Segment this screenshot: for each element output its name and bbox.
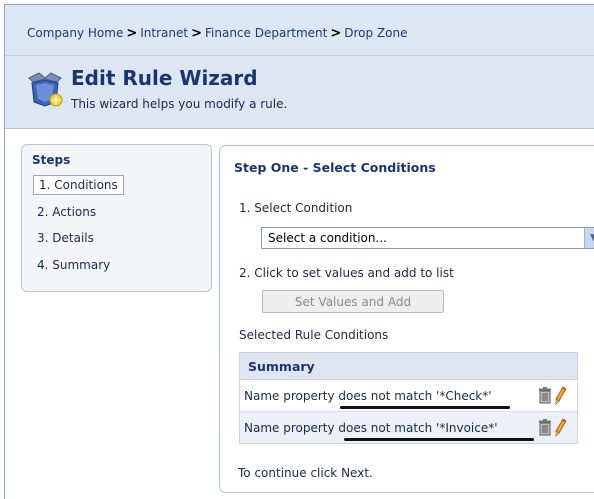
steps-title: Steps — [32, 153, 71, 167]
continue-hint: To continue click Next. — [238, 466, 373, 480]
step-summary[interactable]: 4. Summary — [33, 255, 114, 275]
breadcrumb-separator: > — [191, 26, 202, 41]
step-conditions[interactable]: 1. Conditions — [33, 175, 124, 195]
breadcrumb-finance-department[interactable]: Finance Department — [205, 26, 327, 40]
condition-select[interactable]: Select a condition... ▼ — [261, 227, 594, 249]
condition-text: Name property does not match '*Check*' — [244, 389, 492, 403]
pencil-icon[interactable] — [555, 418, 567, 437]
trash-icon[interactable] — [538, 419, 552, 436]
click-to-set-label: 2. Click to set values and add to list — [239, 266, 454, 280]
set-values-button[interactable]: Set Values and Add — [262, 290, 444, 313]
breadcrumb: Company Home > Intranet > Finance Department… — [27, 26, 407, 41]
selected-conditions-label: Selected Rule Conditions — [239, 328, 389, 342]
breadcrumb-drop-zone[interactable]: Drop Zone — [344, 26, 407, 40]
conditions-table: Summary Name property does not match '*C… — [239, 352, 578, 444]
step-actions[interactable]: 2. Actions — [33, 202, 100, 222]
select-condition-label: 1. Select Condition — [239, 201, 353, 215]
condition-select-value: Select a condition... — [268, 231, 387, 245]
step-details[interactable]: 3. Details — [33, 228, 98, 248]
table-row: Name property does not match '*Invoice*' — [240, 412, 577, 443]
breadcrumb-company-home[interactable]: Company Home — [27, 26, 123, 40]
main-panel: Step One - Select Conditions 1. Select C… — [219, 145, 594, 493]
wizard-icon — [28, 72, 63, 107]
breadcrumb-separator: > — [330, 26, 342, 41]
pencil-icon[interactable] — [555, 386, 567, 405]
trash-icon[interactable] — [538, 387, 552, 404]
annotation-underline — [344, 438, 534, 441]
header-divider — [5, 55, 594, 56]
table-header: Summary — [240, 353, 577, 380]
wizard-frame: Company Home > Intranet > Finance Department… — [4, 4, 594, 499]
breadcrumb-separator: > — [126, 26, 138, 41]
page-subtitle: This wizard helps you modify a rule. — [71, 97, 288, 111]
header-area: Company Home > Intranet > Finance Department… — [5, 5, 594, 129]
table-row: Name property does not match '*Check*' — [240, 380, 577, 412]
steps-panel: Steps 1. Conditions 2. Actions 3. Detail… — [21, 144, 212, 292]
condition-text: Name property does not match '*Invoice*' — [244, 421, 498, 435]
annotation-underline — [340, 406, 510, 409]
page-title: Edit Rule Wizard — [71, 66, 258, 90]
breadcrumb-intranet[interactable]: Intranet — [140, 26, 188, 40]
chevron-down-icon[interactable]: ▼ — [584, 228, 594, 248]
step-title: Step One - Select Conditions — [234, 160, 436, 175]
